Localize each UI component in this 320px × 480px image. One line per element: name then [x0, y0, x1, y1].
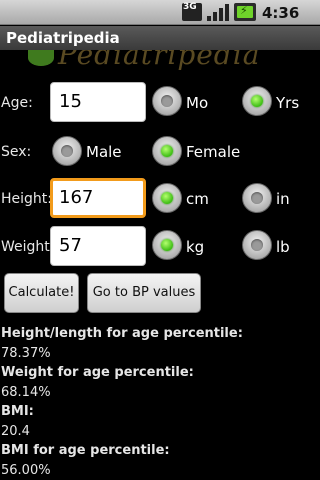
age-unit-mo-radio[interactable]	[152, 86, 182, 116]
height-unit-in-radio[interactable]	[242, 183, 272, 213]
age-unit-yrs-radio[interactable]	[242, 86, 272, 116]
battery-charging-icon	[234, 3, 256, 21]
weight-unit-lb-radio[interactable]	[242, 230, 272, 260]
result-value: 68.14%	[1, 385, 51, 400]
result-heading: BMI:	[1, 404, 34, 419]
weight-unit-kg-radio[interactable]	[152, 230, 182, 260]
result-value: 56.00%	[1, 463, 51, 478]
result-heading: Height/length for age percentile:	[1, 326, 243, 341]
app-title: Pediatripedia	[6, 29, 120, 47]
3g-icon: 3G	[182, 3, 202, 21]
height-unit-cm-label: cm	[186, 190, 209, 208]
weight-unit-kg-label: kg	[186, 238, 205, 256]
weight-input[interactable]: 57	[50, 226, 146, 266]
weight-label: Weight:	[1, 239, 55, 255]
age-unit-yrs-label: Yrs	[276, 94, 300, 112]
app-logo: Pediatripedia	[0, 50, 320, 74]
calculate-button[interactable]: Calculate!	[4, 273, 79, 313]
sex-female-radio[interactable]	[152, 136, 182, 166]
age-unit-mo-label: Mo	[186, 94, 209, 112]
title-bar: Pediatripedia	[0, 26, 320, 50]
result-value: 20.4	[1, 424, 30, 439]
result-heading: Weight for age percentile:	[1, 365, 194, 380]
sex-female-label: Female	[186, 143, 241, 161]
weight-unit-lb-label: lb	[276, 238, 290, 256]
age-label: Age:	[1, 95, 33, 111]
leaf-icon	[28, 50, 54, 66]
sex-label: Sex:	[1, 144, 32, 160]
height-label: Height:	[1, 191, 52, 207]
bp-values-button[interactable]: Go to BP values	[87, 273, 201, 313]
logo-text: Pediatripedia	[58, 50, 261, 71]
sex-male-label: Male	[86, 143, 122, 161]
height-unit-cm-radio[interactable]	[152, 183, 182, 213]
sex-male-radio[interactable]	[52, 136, 82, 166]
height-input[interactable]: 167	[50, 178, 146, 218]
height-unit-in-label: in	[276, 190, 290, 208]
result-value: 78.37%	[1, 346, 51, 361]
result-heading: BMI for age percentile:	[1, 443, 170, 458]
age-input[interactable]: 15	[50, 82, 146, 122]
status-bar: 3G 4:36 pm	[0, 0, 320, 40]
signal-icon	[207, 3, 229, 21]
